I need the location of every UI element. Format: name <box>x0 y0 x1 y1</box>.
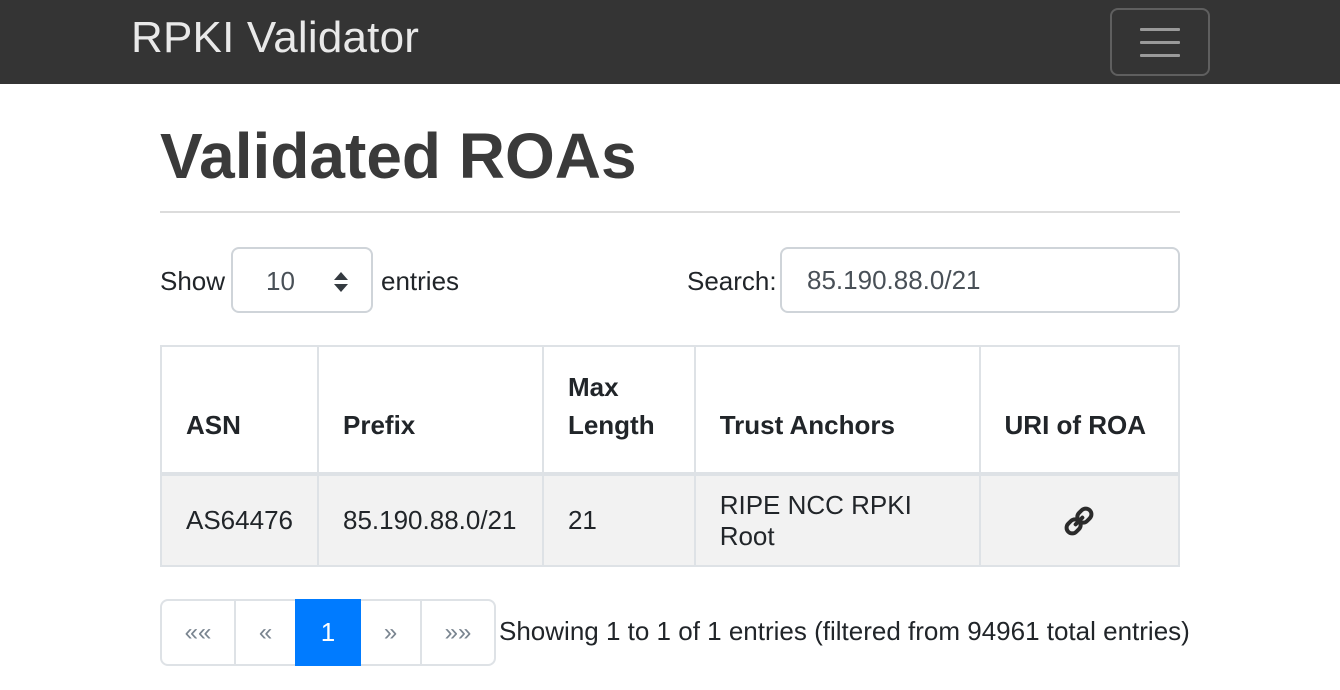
search-input[interactable] <box>780 247 1180 313</box>
column-header-max-length[interactable]: Max Length <box>541 345 696 476</box>
cell-asn: AS64476 <box>160 473 319 567</box>
table-header-row: ASN Prefix Max Length Trust Anchors URI o… <box>160 345 1181 476</box>
hamburger-menu-icon <box>1140 27 1180 31</box>
brand-title[interactable]: RPKI Validator <box>131 12 419 64</box>
pagination-next-button[interactable]: » <box>359 599 422 666</box>
search-label: Search: <box>687 266 777 296</box>
roa-table: ASN Prefix Max Length Trust Anchors URI o… <box>160 345 1181 567</box>
top-navbar: RPKI Validator <box>0 0 1340 84</box>
table-row: AS64476 85.190.88.0/21 21 RIPE NCC RPKI … <box>160 473 1181 567</box>
link-icon[interactable] <box>1060 502 1098 540</box>
hamburger-menu-icon <box>1140 40 1180 44</box>
sort-arrows-icon <box>334 272 348 292</box>
entries-label: entries <box>381 266 460 296</box>
cell-max-length: 21 <box>541 473 696 567</box>
table-info-text: Showing 1 to 1 of 1 entries (filtered fr… <box>499 616 1190 646</box>
column-header-asn[interactable]: ASN <box>160 345 319 476</box>
entries-per-page-select[interactable]: 10 <box>231 247 373 313</box>
cell-trust-anchor: RIPE NCC RPKI Root <box>693 473 981 567</box>
page-title: Validated ROAs <box>160 120 637 192</box>
column-header-uri[interactable]: URI of ROA <box>978 345 1181 476</box>
max-length-header-line2: Length <box>567 410 655 440</box>
navbar-toggle-button[interactable] <box>1110 8 1210 76</box>
pagination-page-1-button[interactable]: 1 <box>295 599 361 666</box>
show-label: Show <box>160 266 226 296</box>
pagination-previous-button[interactable]: « <box>234 599 297 666</box>
column-header-prefix[interactable]: Prefix <box>316 345 544 476</box>
pagination-first-button[interactable]: «« <box>160 599 236 666</box>
cell-uri <box>978 473 1181 567</box>
pagination-last-button[interactable]: »» <box>420 599 496 666</box>
pagination: «« « 1 » »» <box>160 599 496 666</box>
column-header-trust-anchors[interactable]: Trust Anchors <box>693 345 981 476</box>
max-length-header-line1: Max <box>567 372 619 402</box>
cell-prefix: 85.190.88.0/21 <box>316 473 544 567</box>
hamburger-menu-icon <box>1140 53 1180 57</box>
title-divider <box>160 211 1180 213</box>
entries-per-page-value: 10 <box>266 266 295 296</box>
